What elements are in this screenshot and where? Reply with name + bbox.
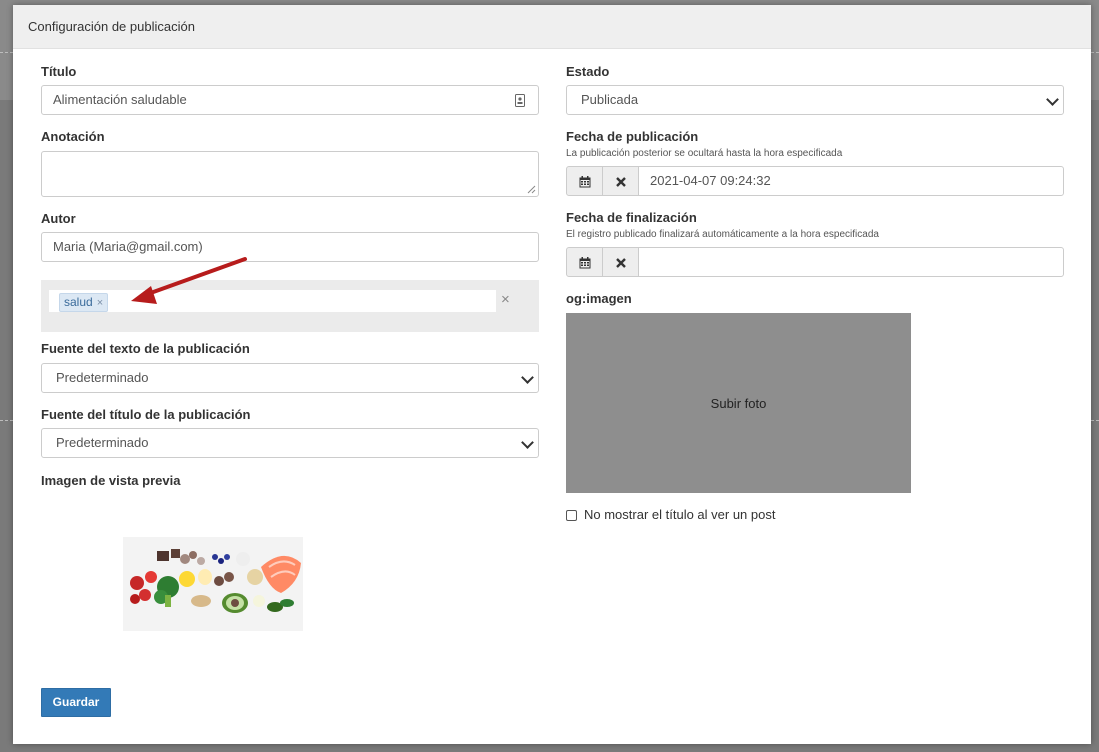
tag-remove-icon[interactable]: × [97, 297, 103, 309]
end-date-input[interactable] [638, 247, 1064, 277]
healthy-food-photo [123, 537, 303, 631]
times-icon [615, 176, 626, 187]
publication-settings-modal: Configuración de publicación Título Alim… [13, 5, 1091, 744]
state-label: Estado [566, 64, 610, 79]
preview-image[interactable] [123, 537, 303, 631]
end-date-calendar-button[interactable] [566, 247, 603, 277]
title-font-select[interactable]: Predeterminado [41, 428, 539, 458]
end-date-help: El registro publicado finalizará automát… [566, 229, 879, 240]
chevron-down-icon [521, 436, 534, 449]
title-input[interactable]: Alimentación saludable [41, 85, 539, 115]
publish-date-help: La publicación posterior se ocultará has… [566, 148, 843, 159]
author-input[interactable]: Maria (Maria@gmail.com) [41, 232, 539, 262]
text-font-label: Fuente del texto de la publicación [41, 341, 250, 356]
annotation-arrow-icon [131, 257, 247, 304]
publish-date-label: Fecha de publicación [566, 129, 699, 144]
tags-container: salud × × [41, 280, 539, 332]
tag-chip: salud × [59, 293, 109, 312]
end-date-label: Fecha de finalización [566, 210, 697, 225]
calendar-icon [579, 175, 590, 188]
modal-header: Configuración de publicación [13, 5, 1091, 49]
tags-clear-icon[interactable]: × [501, 291, 510, 308]
state-select[interactable]: Publicada [566, 85, 1064, 115]
chevron-down-icon [1046, 93, 1059, 106]
tags-input[interactable]: salud × [49, 290, 496, 312]
upload-photo-label: Subir foto [710, 395, 767, 411]
end-date-clear-button[interactable] [602, 247, 639, 277]
title-label: Título [41, 64, 77, 79]
resize-grip-icon[interactable] [527, 185, 536, 194]
times-icon [615, 257, 626, 268]
publish-date-calendar-button[interactable] [566, 166, 603, 196]
title-font-label: Fuente del título de la publicación [41, 407, 251, 422]
text-font-select[interactable]: Predeterminado [41, 363, 539, 393]
tag-label: salud [64, 295, 93, 309]
chevron-down-icon [521, 371, 534, 384]
preview-image-label: Imagen de vista previa [41, 473, 181, 488]
title-input-value: Alimentación saludable [53, 92, 187, 107]
contact-card-icon[interactable] [515, 94, 525, 107]
hide-title-label: No mostrar el título al ver un post [584, 507, 776, 522]
save-button[interactable]: Guardar [41, 688, 111, 717]
modal-title: Configuración de publicación [28, 19, 195, 34]
publish-date-clear-button[interactable] [602, 166, 639, 196]
og-image-label: og:imagen [566, 291, 632, 306]
og-image-upload[interactable]: Subir foto [566, 313, 911, 493]
calendar-icon [579, 256, 590, 269]
annotation-label: Anotación [41, 129, 105, 144]
hide-title-checkbox[interactable] [566, 510, 577, 521]
author-label: Autor [41, 211, 76, 226]
publish-date-input[interactable]: 2021-04-07 09:24:32 [638, 166, 1064, 196]
annotation-textarea[interactable] [41, 151, 539, 197]
